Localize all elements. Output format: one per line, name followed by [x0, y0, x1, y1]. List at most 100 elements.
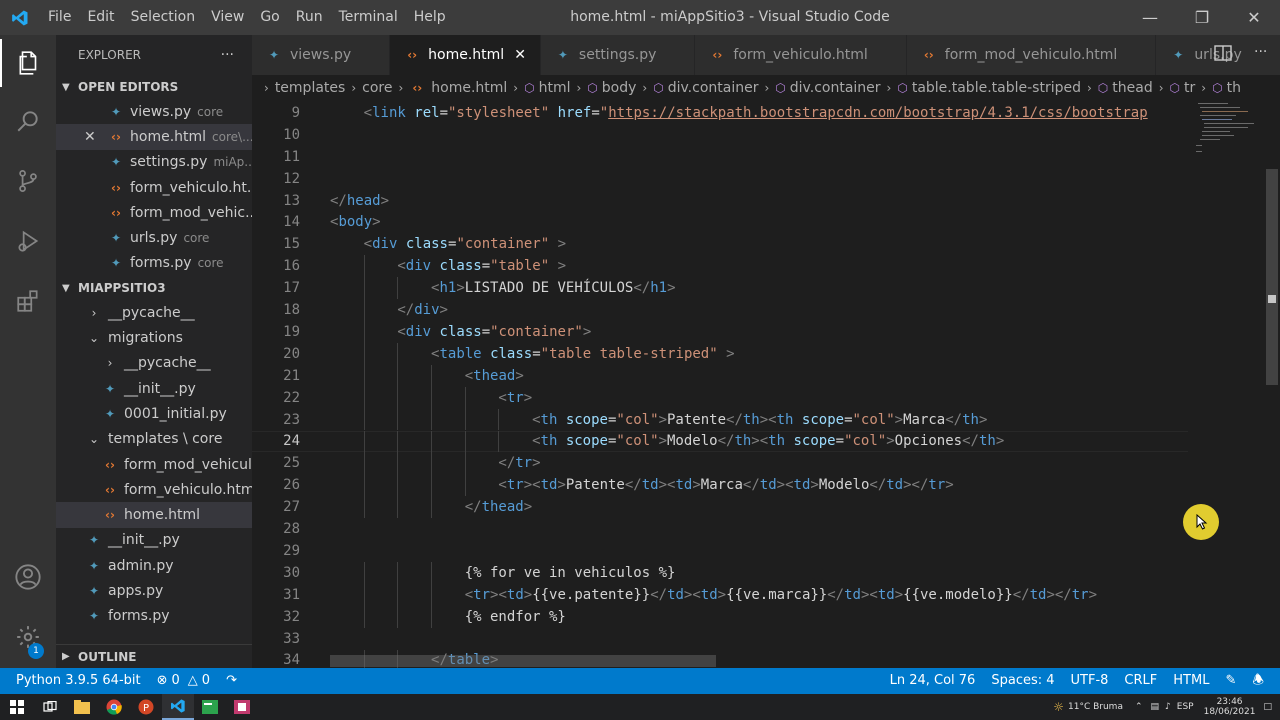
- close-tab-icon[interactable]: ✕: [514, 47, 526, 63]
- keyboard-language[interactable]: ESP: [1177, 702, 1194, 712]
- code-line[interactable]: 21 <thead>: [252, 365, 1188, 387]
- clock[interactable]: 23:46 18/06/2021: [1204, 697, 1256, 717]
- open-editor-item[interactable]: ✦ urls.py core: [56, 225, 252, 250]
- code-line[interactable]: 25 </tr>: [252, 452, 1188, 474]
- problems-indicator[interactable]: ⊗ 0 △ 0: [149, 668, 218, 694]
- vertical-scroll-thumb[interactable]: [1266, 169, 1278, 385]
- code-line[interactable]: 23 <th scope="col">Patente</th><th scope=…: [252, 409, 1188, 431]
- explorer-icon[interactable]: [0, 39, 56, 87]
- workspace-header[interactable]: ▼ MIAPPSITIO3: [56, 276, 252, 300]
- menu-terminal[interactable]: Terminal: [331, 0, 406, 35]
- tree-item[interactable]: ⌄ templates \ core: [56, 427, 252, 452]
- more-actions-icon[interactable]: ···: [221, 47, 234, 63]
- menu-selection[interactable]: Selection: [123, 0, 204, 35]
- tree-item[interactable]: ✦ forms.py: [56, 604, 252, 629]
- file-explorer-app-icon[interactable]: [66, 694, 98, 720]
- powerpoint-app-icon[interactable]: P: [130, 694, 162, 720]
- chrome-app-icon[interactable]: [98, 694, 130, 720]
- menu-help[interactable]: Help: [406, 0, 454, 35]
- split-editor-icon[interactable]: [1214, 45, 1232, 65]
- open-editor-item[interactable]: ✦ forms.py core: [56, 251, 252, 276]
- vertical-scrollbar[interactable]: [1264, 101, 1280, 668]
- media-app-icon[interactable]: [226, 694, 258, 720]
- tab-form-mod-vehiculo-html[interactable]: ‹› form_mod_vehiculo.html: [906, 35, 1157, 75]
- code-line[interactable]: 32 {% endfor %}: [252, 606, 1188, 628]
- close-window-button[interactable]: ✕: [1228, 0, 1280, 35]
- volume-icon[interactable]: ♪: [1165, 702, 1171, 712]
- tree-item[interactable]: ‹› form_vehiculo.html: [56, 477, 252, 502]
- code-line[interactable]: 18 </div>: [252, 299, 1188, 321]
- menu-view[interactable]: View: [203, 0, 252, 35]
- notifications-bell-icon[interactable]: 🕭: [1244, 668, 1280, 694]
- indentation[interactable]: Spaces: 4: [983, 668, 1062, 694]
- code-line[interactable]: 17 <h1>LISTADO DE VEHÍCULOS</h1>: [252, 277, 1188, 299]
- feedback-icon[interactable]: ✎: [1217, 668, 1244, 694]
- minimize-button[interactable]: —: [1124, 0, 1176, 35]
- vscode-logo-icon[interactable]: [0, 0, 40, 35]
- live-share-icon[interactable]: ↷: [218, 668, 245, 694]
- open-editor-item[interactable]: ✕ ‹› home.html core\...: [56, 124, 252, 150]
- code-line[interactable]: 15 <div class="container" >: [252, 233, 1188, 255]
- close-editor-icon[interactable]: ✕: [84, 129, 96, 145]
- breadcrumb-item[interactable]: tr: [1184, 80, 1195, 96]
- breadcrumb-item[interactable]: table.table.table-striped: [912, 80, 1081, 96]
- line-ending[interactable]: CRLF: [1116, 668, 1165, 694]
- open-editor-item[interactable]: ✦ settings.py miAp...: [56, 150, 252, 175]
- code-line[interactable]: 11: [252, 146, 1188, 168]
- horizontal-scrollbar[interactable]: [330, 655, 716, 667]
- tab-home-html[interactable]: ‹› home.html ✕: [390, 35, 541, 75]
- code-line[interactable]: 33: [252, 628, 1188, 650]
- breadcrumb-item[interactable]: th: [1227, 80, 1241, 96]
- code-line[interactable]: 16 <div class="table" >: [252, 255, 1188, 277]
- menu-go[interactable]: Go: [252, 0, 287, 35]
- tree-item[interactable]: ✦ __init__.py: [56, 528, 252, 553]
- vscode-app-icon[interactable]: [162, 694, 194, 720]
- code-line[interactable]: 30 {% for ve in vehiculos %}: [252, 562, 1188, 584]
- tree-item[interactable]: ‹› home.html: [56, 502, 252, 528]
- open-editor-item[interactable]: ✦ views.py core: [56, 99, 252, 124]
- extensions-icon[interactable]: [0, 277, 56, 325]
- language-mode[interactable]: HTML: [1165, 668, 1217, 694]
- breadcrumb-item[interactable]: home.html: [431, 80, 507, 96]
- code-line[interactable]: 20 <table class="table table-striped" >: [252, 343, 1188, 365]
- tree-item[interactable]: › __pycache__: [56, 351, 252, 376]
- code-line[interactable]: 14 <body>: [252, 212, 1188, 234]
- tree-item[interactable]: ‹› form_mod_vehicul...: [56, 452, 252, 477]
- code-line[interactable]: 28: [252, 518, 1188, 540]
- menu-file[interactable]: File: [40, 0, 79, 35]
- open-editor-item[interactable]: ‹› form_vehiculo.ht...: [56, 175, 252, 200]
- code-line[interactable]: 9 <link rel="stylesheet" href="https://st…: [252, 102, 1188, 124]
- breadcrumb-item[interactable]: core: [362, 80, 392, 96]
- outline-header[interactable]: ▶ OUTLINE: [56, 644, 252, 668]
- breadcrumb-item[interactable]: templates: [275, 80, 346, 96]
- menu-run[interactable]: Run: [288, 0, 331, 35]
- cursor-position[interactable]: Ln 24, Col 76: [882, 668, 984, 694]
- breadcrumb-item[interactable]: html: [539, 80, 571, 96]
- tree-item[interactable]: ✦ __init__.py: [56, 376, 252, 401]
- breadcrumb-item[interactable]: div.container: [790, 80, 881, 96]
- code-line[interactable]: 10: [252, 124, 1188, 146]
- code-line[interactable]: 12: [252, 168, 1188, 190]
- tree-item[interactable]: ✦ admin.py: [56, 553, 252, 578]
- breadcrumb-item[interactable]: thead: [1112, 80, 1152, 96]
- menu-edit[interactable]: Edit: [79, 0, 122, 35]
- network-icon[interactable]: ▤: [1151, 702, 1160, 712]
- notification-center-icon[interactable]: □: [1263, 702, 1272, 712]
- tree-item[interactable]: › __pycache__: [56, 300, 252, 325]
- code-editor[interactable]: 9 <link rel="stylesheet" href="https://st…: [252, 101, 1188, 668]
- code-line[interactable]: 13 </head>: [252, 190, 1188, 212]
- tree-item[interactable]: ⌄ migrations: [56, 325, 252, 350]
- open-editors-header[interactable]: ▼ OPEN EDITORS: [56, 75, 252, 99]
- tray-chevron-icon[interactable]: ⌃: [1135, 702, 1143, 712]
- search-icon[interactable]: [0, 97, 56, 145]
- code-line[interactable]: 27 </thead>: [252, 496, 1188, 518]
- tab-form-vehiculo-html[interactable]: ‹› form_vehiculo.html: [695, 35, 907, 75]
- code-line[interactable]: 29: [252, 540, 1188, 562]
- terminal-app-icon[interactable]: [194, 694, 226, 720]
- tab-settings-py[interactable]: ✦ settings.py: [540, 35, 696, 75]
- tab-views-py[interactable]: ✦ views.py: [252, 35, 391, 75]
- task-view-icon[interactable]: [34, 694, 66, 720]
- python-interpreter[interactable]: Python 3.9.5 64-bit: [0, 668, 149, 694]
- open-editor-item[interactable]: ‹› form_mod_vehic...: [56, 200, 252, 225]
- windows-start-icon[interactable]: [0, 694, 34, 720]
